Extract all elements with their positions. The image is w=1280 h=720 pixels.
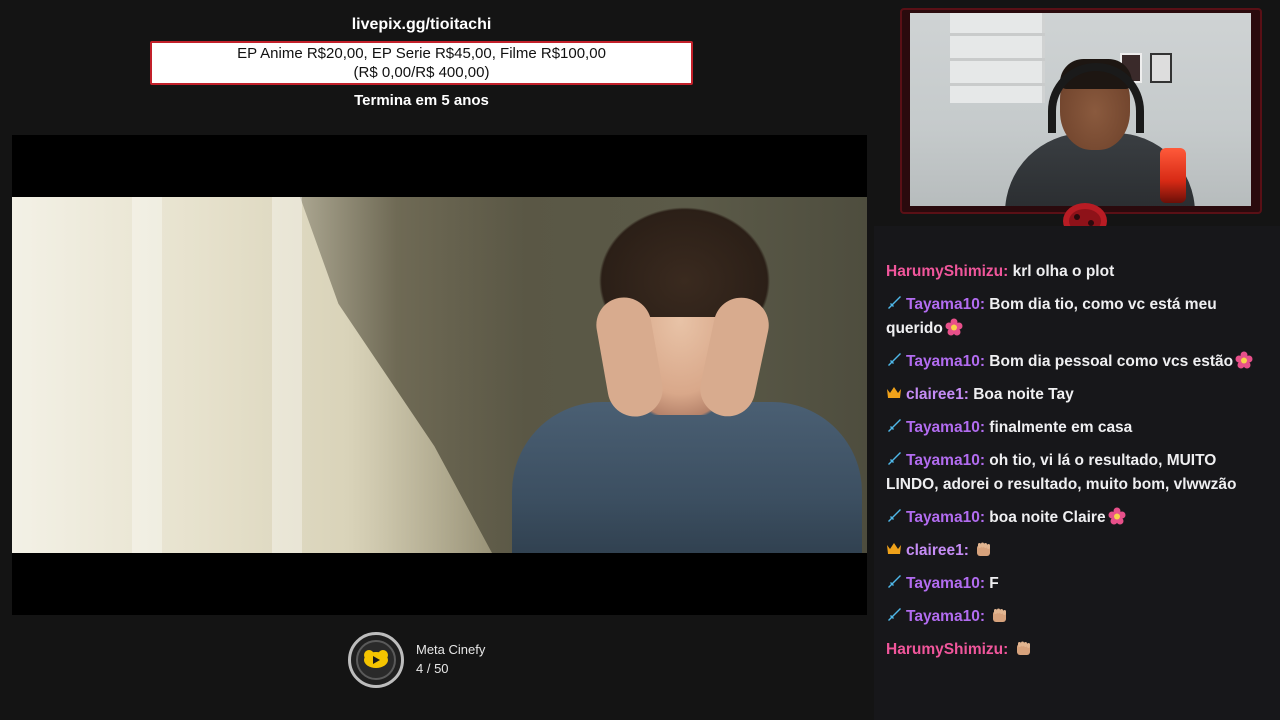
chat-text: finalmente em casa [984,419,1133,436]
chat-text: F [984,575,999,592]
chat-message: clairee1: [886,539,1268,563]
chat-message: clairee1: Boa noite Tay [886,383,1268,407]
chat-text: Boa noite Tay [968,386,1074,403]
donation-prices: EP Anime R$20,00, EP Serie R$45,00, Film… [237,45,606,62]
chat-message: Tayama10: finalmente em casa [886,416,1268,440]
webcam-lamp [1160,148,1186,203]
donation-end-time: Termina em 5 anos [354,92,489,109]
donation-progress: (R$ 0,00/R$ 400,00) [353,64,490,81]
sword-icon [886,295,902,311]
sword-icon [886,508,902,524]
webcam-shelf [950,13,1045,103]
crown-icon [886,541,902,557]
donation-url: livepix.gg/tioitachi [351,16,492,33]
donation-goal-box: EP Anime R$20,00, EP Serie R$45,00, Film… [150,41,693,85]
chat-username[interactable]: Tayama10: [906,608,985,625]
scene-curtain [12,197,492,553]
webcam-feed [910,13,1251,206]
flower-emote [945,318,963,336]
meta-cinefy-widget: Meta Cinefy 4 / 50 [348,632,485,688]
crown-icon [886,385,902,401]
scene-curtain-fold [132,197,162,553]
chat-message: Tayama10: Bom dia pessoal como vcs estão [886,350,1268,374]
chat-message: Tayama10: [886,605,1268,629]
chat-username[interactable]: clairee1: [906,542,969,559]
fist-emote [991,606,1009,624]
chat-panel: HarumyShimizu: krl olha o plot Tayama10: … [874,226,1280,720]
chat-message: Tayama10: oh tio, vi lá o resultado, MUI… [886,449,1268,497]
chat-username[interactable]: HarumyShimizu: [886,641,1008,658]
chat-message: Tayama10: boa noite Claire [886,506,1268,530]
chat-username[interactable]: clairee1: [906,386,969,403]
chat-text [1008,641,1012,658]
flower-emote [1108,507,1126,525]
meta-title: Meta Cinefy [416,642,486,657]
stream-layout: livepix.gg/tioitachi EP Anime R$20,00, E… [0,0,1280,720]
meta-cinefy-icon [348,632,404,688]
scene-curtain-fold [272,197,302,553]
video-player[interactable] [12,135,867,615]
chat-text [969,542,973,559]
chat-username[interactable]: Tayama10: [906,509,985,526]
chat-text: boa noite Claire [984,509,1106,526]
flower-emote [1235,351,1253,369]
chat-text: krl olha o plot [1008,263,1115,280]
webcam-poster [1150,53,1172,83]
sword-icon [886,607,902,623]
sword-icon [886,574,902,590]
sword-icon [886,451,902,467]
chat-username[interactable]: Tayama10: [906,452,985,469]
chat-username[interactable]: Tayama10: [906,353,985,370]
chat-username[interactable]: Tayama10: [906,575,985,592]
video-frame [12,197,867,553]
chat-message: HarumyShimizu: krl olha o plot [886,260,1268,284]
chat-username[interactable]: HarumyShimizu: [886,263,1008,280]
meta-count: 4 / 50 [416,661,449,676]
chat-message: HarumyShimizu: [886,638,1268,662]
chat-text [985,608,989,625]
chat-message: Tayama10: F [886,572,1268,596]
chat-message: Tayama10: Bom dia tio, como vc está meu … [886,293,1268,341]
fist-emote [975,540,993,558]
donation-goal: livepix.gg/tioitachi EP Anime R$20,00, E… [150,14,693,109]
scene-figure-body [512,402,862,553]
chat-text: Bom dia pessoal como vcs estão [984,353,1234,370]
sword-icon [886,418,902,434]
fist-emote [1015,639,1033,657]
chat-username[interactable]: Tayama10: [906,296,985,313]
chat-username[interactable]: Tayama10: [906,419,985,436]
sword-icon [886,352,902,368]
